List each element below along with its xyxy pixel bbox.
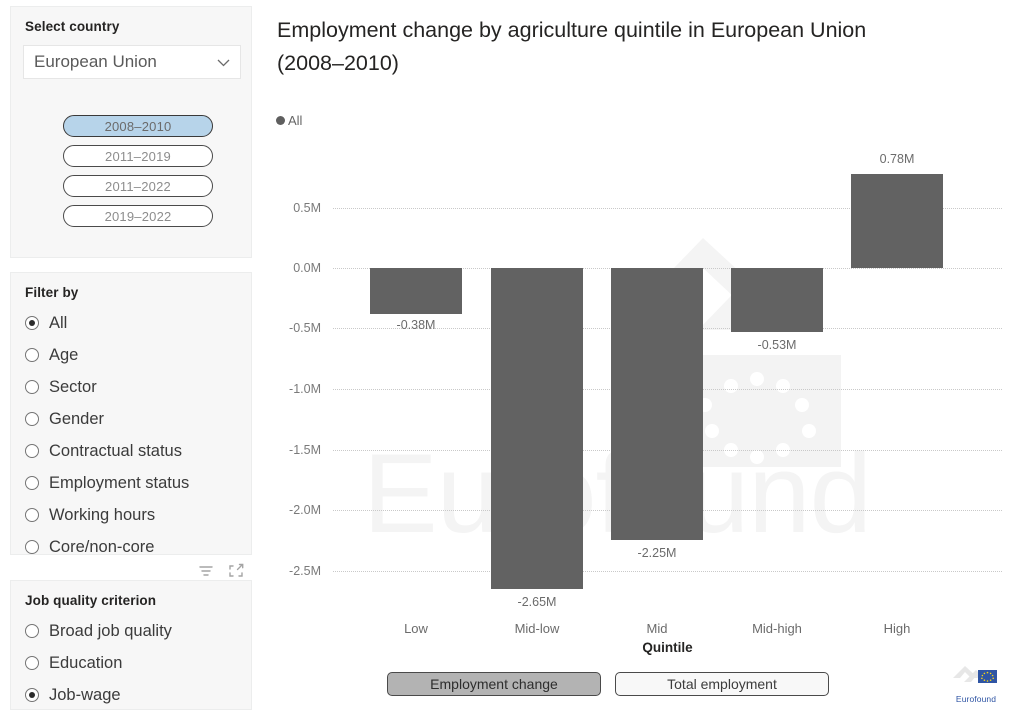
y-axis-tick-label: -1.0M [289,382,321,396]
period-pill-label: 2008–2010 [104,118,172,134]
radio-icon [25,348,39,362]
plot-region: 0.5M 0.0M -0.5M -1.0M -1.5M -2.0M -2.5M … [255,0,1022,716]
chevron-down-icon [215,54,232,71]
filter-option-sector[interactable]: Sector [25,371,189,403]
filter-option-label: Employment status [49,473,190,492]
radio-icon [25,316,39,330]
bar-value-label-high: 0.78M [879,152,915,166]
y-axis-tick-label: -2.5M [289,564,321,578]
toggle-label: Total employment [667,676,777,692]
bar-mid-low[interactable] [491,268,583,589]
filter-panel: Filter by All Age Sector Gender Contract… [10,272,252,577]
country-panel: Select country European Union 2008–2010 … [10,6,252,258]
bar-value-label-mid-low: -2.65M [517,595,557,609]
job-quality-option-broad-job-quality[interactable]: Broad job quality [25,615,172,647]
period-pill-label: 2011–2022 [105,178,171,194]
focus-mode-icon[interactable] [227,562,245,580]
job-quality-option-education[interactable]: Education [25,647,172,679]
bar-high[interactable] [851,174,943,268]
filter-option-gender[interactable]: Gender [25,403,189,435]
y-axis-tick-label: 0.5M [293,201,321,215]
period-pill-group: 2008–2010 2011–2019 2011–2022 2019–2022 [63,115,213,235]
y-axis-tick-label: -1.5M [289,443,321,457]
filter-icon[interactable] [197,562,215,580]
radio-icon [25,476,39,490]
country-panel-title: Select country [25,19,120,34]
filter-option-label: Contractual status [49,441,182,460]
toggle-employment-change[interactable]: Employment change [387,672,601,696]
period-pill-2011-2019[interactable]: 2011–2019 [63,145,213,167]
period-pill-2011-2022[interactable]: 2011–2022 [63,175,213,197]
y-axis-tick-label: -2.0M [289,503,321,517]
job-quality-panel-title: Job quality criterion [25,593,157,608]
radio-icon [25,656,39,670]
job-quality-option-job-wage[interactable]: Job-wage [25,679,172,711]
filter-panel-toolbar [197,562,245,580]
bar-value-label-mid-high: -0.53M [757,338,797,352]
filter-option-employment-status[interactable]: Employment status [25,467,189,499]
x-axis-label-low: Low [404,621,428,636]
dashboard-root: Select country European Union 2008–2010 … [0,0,1022,716]
filter-option-label: Working hours [49,505,156,524]
filter-option-all[interactable]: All [25,307,189,339]
view-toggle-group: Employment change Total employment [387,672,829,696]
x-axis-label-mid-high: Mid-high [752,621,802,636]
job-quality-radio-group: Broad job quality Education Job-wage [25,615,172,711]
period-pill-label: 2011–2019 [105,148,171,164]
x-axis-label-mid-low: Mid-low [514,621,560,636]
bar-value-label-mid: -2.25M [637,546,677,560]
radio-icon [25,444,39,458]
filter-option-working-hours[interactable]: Working hours [25,499,189,531]
job-quality-panel: Job quality criterion Broad job quality … [10,580,252,710]
toggle-label: Employment change [430,676,558,692]
y-axis-tick-label: -0.5M [289,321,321,335]
eurofound-logo: Eurofound [945,656,1007,704]
gridline [333,571,1002,572]
chart-area: Employment change by agriculture quintil… [255,0,1022,716]
eurofound-logo-text: Eurofound [955,694,997,704]
period-pill-2008-2010[interactable]: 2008–2010 [63,115,213,137]
eurofound-mark-icon [953,666,997,683]
filter-option-label: Gender [49,409,105,428]
filter-panel-title: Filter by [25,285,79,300]
radio-icon [25,540,39,554]
radio-icon [25,508,39,522]
sidebar: Select country European Union 2008–2010 … [0,0,255,716]
radio-icon [25,624,39,638]
radio-icon [25,380,39,394]
bar-mid[interactable] [611,268,703,540]
filter-option-core-non-core[interactable]: Core/non-core [25,531,189,563]
country-select[interactable]: European Union [23,45,241,79]
filter-option-age[interactable]: Age [25,339,189,371]
filter-option-label: Age [49,345,79,364]
job-quality-option-label: Job-wage [49,685,121,704]
period-pill-2019-2022[interactable]: 2019–2022 [63,205,213,227]
filter-option-label: Sector [49,377,97,396]
filter-radio-group: All Age Sector Gender Contractual status [25,307,189,563]
x-axis-label-mid: Mid [646,621,668,636]
bar-low[interactable] [370,268,462,314]
bar-mid-high[interactable] [731,268,823,332]
filter-option-label: All [49,313,68,332]
bar-value-label-low: -0.38M [396,318,436,332]
toggle-total-employment[interactable]: Total employment [615,672,829,696]
period-pill-label: 2019–2022 [104,208,172,224]
country-select-value: European Union [34,52,157,71]
job-quality-option-label: Broad job quality [49,621,172,640]
filter-option-label: Core/non-core [49,537,155,556]
radio-icon [25,412,39,426]
job-quality-option-label: Education [49,653,123,672]
x-axis-title: Quintile [642,640,693,655]
y-axis-tick-label: 0.0M [293,261,321,275]
x-axis-label-high: High [883,621,911,636]
filter-option-contractual-status[interactable]: Contractual status [25,435,189,467]
radio-icon [25,688,39,702]
